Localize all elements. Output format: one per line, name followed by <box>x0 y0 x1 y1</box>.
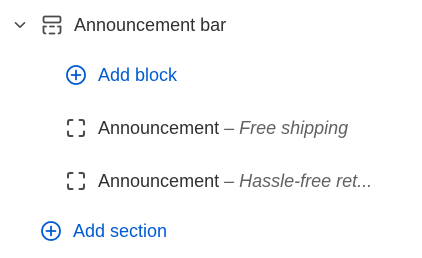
block-subtitle: Free shipping <box>239 118 349 138</box>
block-row-announcement-2[interactable]: Announcement – Hassle-free ret... <box>64 166 409 196</box>
block-subtitle: Hassle-free ret... <box>239 171 373 191</box>
block-separator: – <box>224 171 235 191</box>
block-title: Announcement <box>98 118 220 138</box>
block-title: Announcement <box>98 171 220 191</box>
plus-circle-icon <box>39 219 63 243</box>
plus-circle-icon <box>64 63 88 87</box>
add-section-label: Add section <box>73 221 168 241</box>
section-row-announcement-bar[interactable]: Announcement bar <box>10 10 226 40</box>
block-row-announcement-1[interactable]: Announcement – Free shipping <box>64 113 394 143</box>
chevron-down-icon[interactable] <box>10 15 30 35</box>
add-block-button[interactable]: Add block <box>64 60 177 90</box>
add-section-button[interactable]: Add section <box>39 216 167 246</box>
block-separator: – <box>224 118 235 138</box>
add-block-label: Add block <box>98 65 178 85</box>
section-layout-icon <box>40 13 64 37</box>
block-dashed-icon <box>64 116 88 140</box>
block-dashed-icon <box>64 169 88 193</box>
section-label: Announcement bar <box>74 15 227 35</box>
